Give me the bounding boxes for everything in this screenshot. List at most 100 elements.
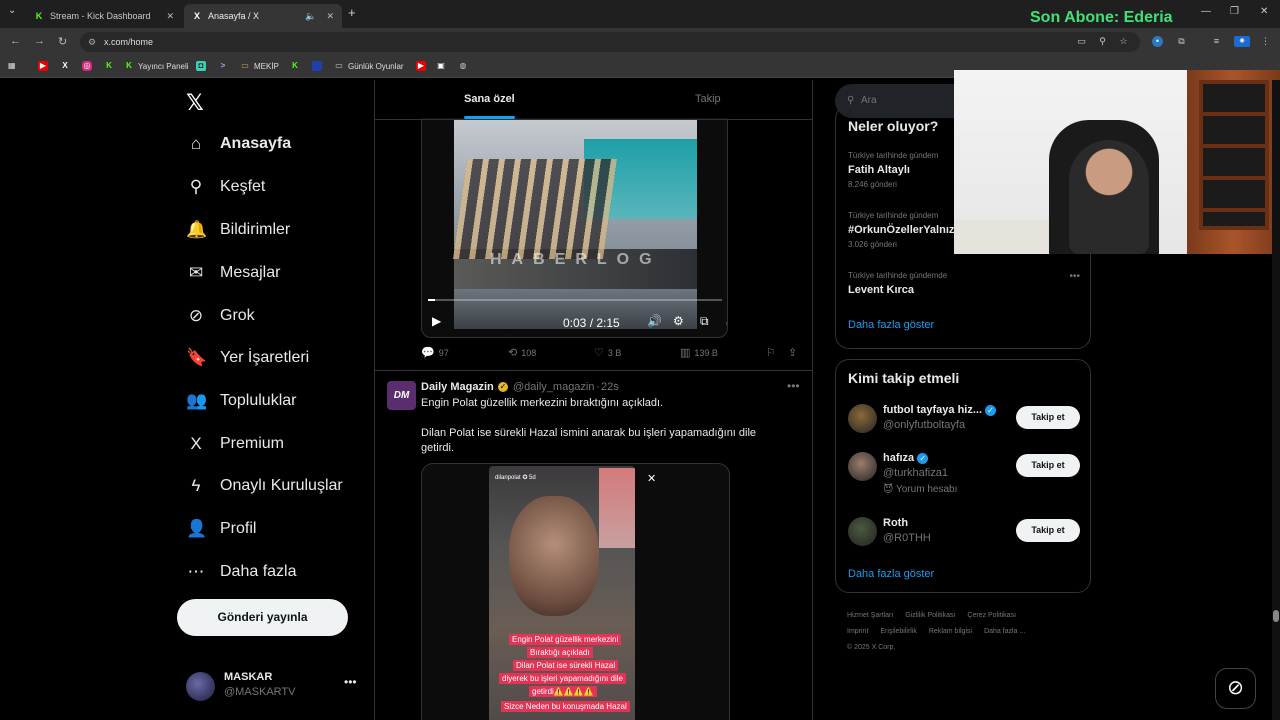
bookmark-blue[interactable] [312,61,326,71]
footer-link[interactable]: Gizlilik Politikası [905,612,955,619]
tab-following[interactable]: Takip [695,93,721,105]
bookmark-instagram[interactable]: ◎ [82,61,96,71]
extensions-puzzle-icon[interactable]: ⧉ [1176,36,1187,47]
close-window-icon[interactable]: ✕ [1260,6,1268,17]
nav-item-x-premium[interactable]: X Premium [186,429,284,459]
search-input[interactable]: ⚲ Ara [835,84,971,118]
tab-search-icon[interactable]: ⌄ [8,5,16,16]
repost-button[interactable]: ⟲ 108 [508,346,536,359]
nav-item-person[interactable]: 👤 Profil [186,514,256,544]
extension-icon[interactable]: • [1152,36,1163,47]
bookmark-globe[interactable]: ◍ [458,61,472,71]
footer-link[interactable]: Çerez Politikası [967,612,1016,619]
follow-button[interactable]: Takip et [1016,454,1080,477]
back-icon[interactable]: ← [10,35,21,47]
bookmark-image[interactable]: ▣ [436,61,450,71]
footer-link[interactable]: Erişilebilirlik [880,628,917,635]
footer-link[interactable]: Daha fazla ... [984,628,1025,635]
settings-gear-icon[interactable]: ⚙ [673,314,684,328]
account-switcher[interactable]: MASKAR @MASKARTV ••• [186,669,366,709]
x-logo-icon[interactable]: 𝕏 [186,90,204,116]
post-button[interactable]: Gönderi yayınla [177,599,348,636]
close-icon[interactable]: ✕ [326,11,334,22]
trend-item[interactable]: Türkiye tarihinde gündemde Levent Kırca … [848,271,1080,296]
tab-x-home[interactable]: X Anasayfa / X 🔈 ✕ [184,4,342,28]
tab-kick-dashboard[interactable]: K Stream - Kick Dashboard ✕ [26,4,182,28]
address-bar[interactable]: ⚙ x.com/home [80,32,1140,52]
fullscreen-icon[interactable]: ⤢ [726,314,727,329]
suggestion-name[interactable]: hafıza ✓ [883,452,929,464]
share-button[interactable]: ⇪ [788,346,801,359]
bookmark-youtube[interactable]: ▶ [38,61,52,71]
restore-icon[interactable]: ❐ [1230,6,1239,17]
forward-icon[interactable]: → [34,35,45,47]
bookmark-x[interactable]: X [60,61,74,71]
bookmark-app[interactable]: ◘ [196,61,210,71]
bookmark-youtube-2[interactable]: ▶ [416,61,430,71]
speaker-icon[interactable]: 🔈 [305,11,316,22]
nav-item-bell[interactable]: 🔔 Bildirimler [186,215,290,245]
suggestion-name[interactable]: Roth [883,517,908,529]
bookmark-button[interactable]: ⚐ [766,346,780,359]
nav-item-grok[interactable]: ⊘ Grok [186,301,255,331]
zoom-icon[interactable]: ⚲ [1097,36,1108,47]
nav-item-mail[interactable]: ✉ Mesajlar [186,258,281,288]
new-tab-button[interactable]: + [348,5,356,20]
reply-button[interactable]: 💬 97 [421,346,449,359]
bookmark-kick[interactable]: K [104,61,118,71]
tweet-time[interactable]: 22s [601,381,619,393]
bookmark-kick-2[interactable]: K [290,61,304,71]
bookmark-mekip[interactable]: ▭ MEKİP [240,61,279,71]
tweet-media[interactable]: dilanpolat ✪ 5d Engin Polat güzellik mer… [421,463,730,720]
follow-suggestion[interactable]: hafıza ✓ @turkhafiza1 😈 Yorum hesabı Taki… [848,452,1082,500]
scrollbar-thumb[interactable] [1273,610,1279,622]
show-more-suggestions-link[interactable]: Daha fazla göster [848,568,934,580]
volume-icon[interactable]: 🔊 [647,314,662,328]
apps-icon[interactable]: ▦ [8,61,16,70]
nav-item-lightning[interactable]: ϟ Onaylı Kuruluşlar [186,471,343,501]
bookmark-yayinci-paneli[interactable]: K Yayıncı Paneli [124,61,188,71]
nav-item-bookmark[interactable]: 🔖 Yer İşaretleri [186,343,309,373]
show-more-trends-link[interactable]: Daha fazla göster [848,319,934,331]
avatar[interactable]: DM [387,381,416,410]
media-control-icon[interactable]: ≡ [1211,36,1222,47]
menu-icon[interactable]: ⋮ [1260,36,1271,47]
bookmark-gunluk-oyunlar[interactable]: ▭ Günlük Oyunlar [334,61,403,71]
follow-suggestion[interactable]: Roth @R0THH Takip et [848,517,1082,565]
video-player[interactable]: HABERLOG ▶ 0:03 / 2:15 🔊 ⚙ ⧉ ⤢ [421,118,728,338]
site-info-icon[interactable]: ⚙ [88,32,96,52]
grok-floating-button[interactable]: ⊘ [1215,668,1256,709]
bookmark-arrow[interactable]: > [218,61,232,71]
like-button[interactable]: ♡ 3 B [594,346,621,359]
play-icon[interactable]: ▶ [432,314,441,328]
nav-item-search[interactable]: ⚲ Keşfet [186,172,266,202]
avatar[interactable] [848,452,877,481]
tweet-author-name[interactable]: Daily Magazin [421,381,494,393]
nav-item-home[interactable]: ⌂ Anasayfa [186,129,291,159]
avatar[interactable] [848,517,877,546]
more-icon[interactable]: ••• [787,379,800,393]
suggestion-name[interactable]: futbol tayfaya hiz... ✓ [883,404,997,416]
footer-link[interactable]: Imprint [847,628,868,635]
profile-icon[interactable]: ◉ [1234,36,1250,47]
views-button[interactable]: ▥ 139 B [680,346,718,359]
tweet[interactable]: DM Daily Magazin ✓ @daily_magazin · 22s … [375,371,812,720]
install-icon[interactable]: ▭ [1076,36,1087,47]
close-icon[interactable]: ✕ [166,11,174,22]
star-icon[interactable]: ☆ [1118,36,1129,47]
video-progress-bar[interactable] [428,299,722,301]
follow-button[interactable]: Takip et [1016,519,1080,542]
footer-link[interactable]: Hizmet Şartları [847,612,893,619]
follow-button[interactable]: Takip et [1016,406,1080,429]
pip-icon[interactable]: ⧉ [700,314,709,329]
tab-for-you[interactable]: Sana özel [464,93,515,105]
page-scrollbar[interactable] [1272,80,1280,720]
reload-icon[interactable]: ↻ [58,35,67,48]
nav-item-communities[interactable]: 👥 Topluluklar [186,386,296,416]
minimize-icon[interactable]: — [1201,6,1211,17]
avatar[interactable] [848,404,877,433]
footer-link[interactable]: Reklam bilgisi [929,628,972,635]
more-icon[interactable]: ••• [1069,271,1080,282]
more-icon[interactable]: ••• [344,675,357,689]
tweet-author-handle[interactable]: @daily_magazin [513,381,595,393]
